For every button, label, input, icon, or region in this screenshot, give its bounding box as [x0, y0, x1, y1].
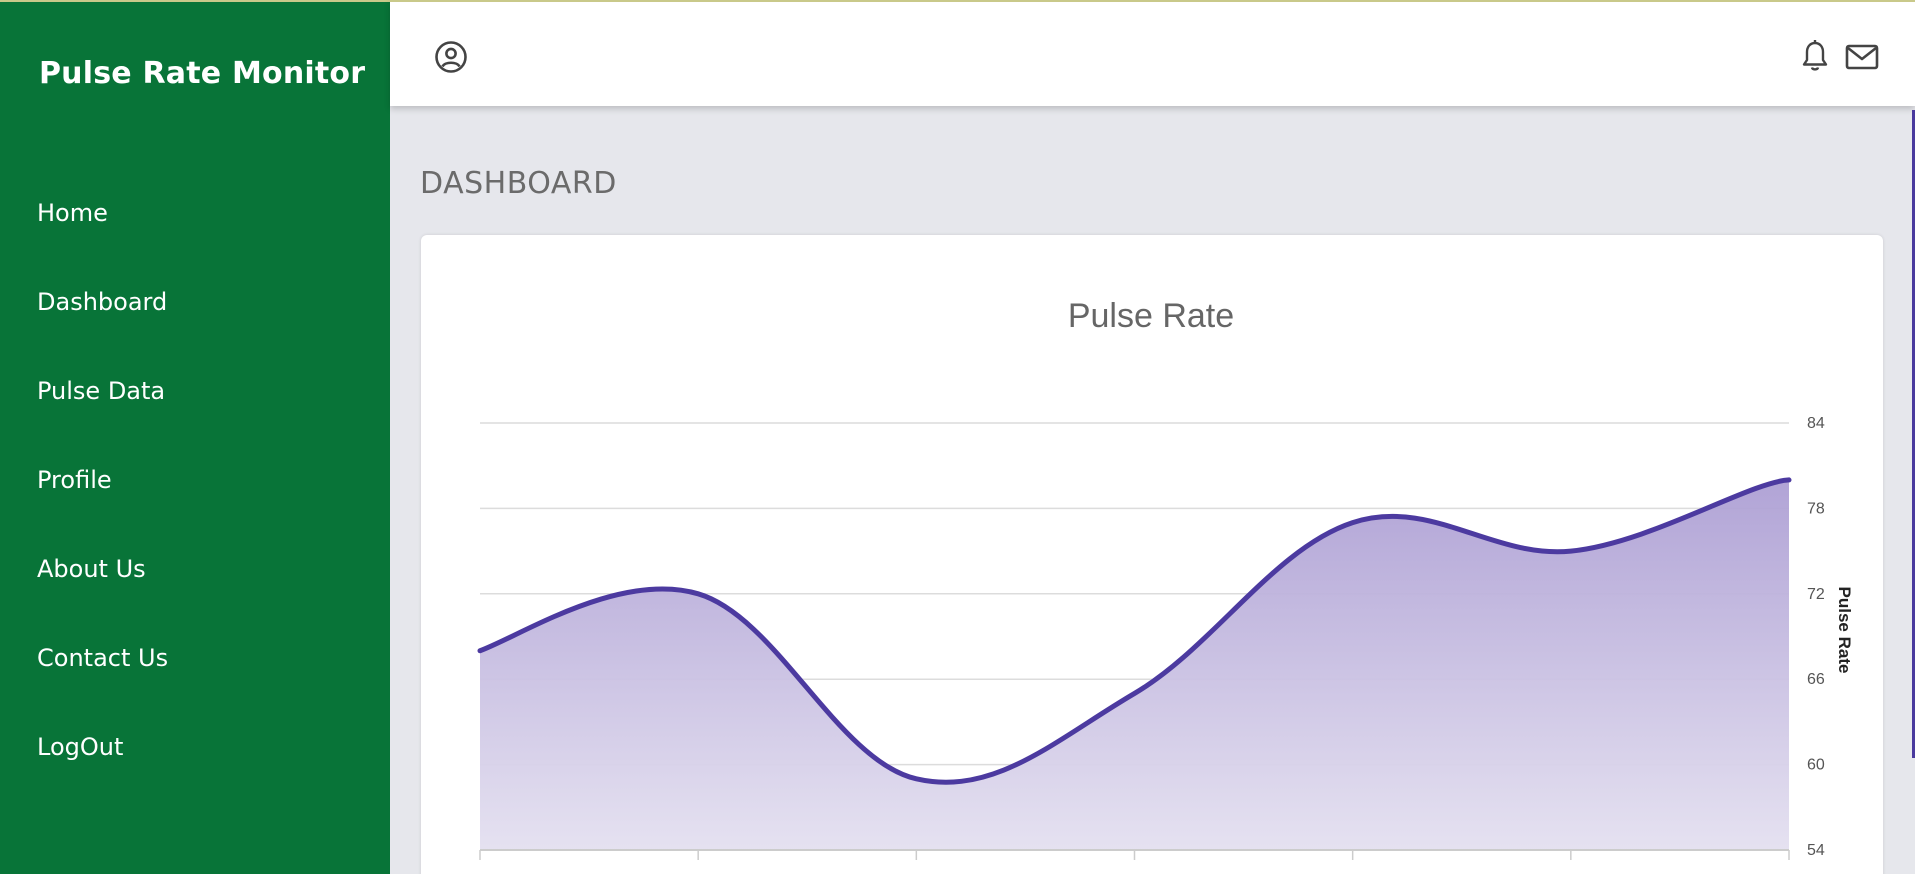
sidebar-item-contact-us[interactable]: Contact Us [37, 637, 168, 726]
sidebar: Pulse Rate Monitor Home Dashboard Pulse … [0, 0, 390, 874]
series-area [480, 479, 1789, 850]
sidebar-item-dashboard[interactable]: Dashboard [37, 281, 168, 370]
sidebar-item-home[interactable]: Home [37, 192, 168, 281]
chart-card: Pulse Rate 54 60 66 72 78 84 Pulse Rate [421, 235, 1883, 874]
pulse-rate-chart: Pulse Rate 54 60 66 72 78 84 Pulse Rate [477, 297, 1854, 860]
y-tick-label: 72 [1807, 586, 1825, 603]
y-tick-label: 54 [1807, 842, 1825, 859]
sidebar-item-about-us[interactable]: About Us [37, 548, 168, 637]
mail-icon[interactable] [1845, 43, 1879, 71]
chart-title: Pulse Rate [1068, 297, 1234, 335]
sidebar-item-pulse-data[interactable]: Pulse Data [37, 370, 168, 459]
page-title: DASHBOARD [420, 166, 617, 201]
y-axis-label: Pulse Rate [1835, 587, 1854, 674]
top-bar [390, 0, 1915, 106]
y-tick-label: 84 [1807, 415, 1825, 432]
y-tick-label: 78 [1807, 500, 1825, 517]
bell-icon[interactable] [1801, 39, 1829, 73]
sidebar-nav: Home Dashboard Pulse Data Profile About … [37, 192, 168, 815]
y-tick-label: 60 [1807, 757, 1825, 774]
sidebar-item-logout[interactable]: LogOut [37, 726, 168, 815]
sidebar-item-profile[interactable]: Profile [37, 459, 168, 548]
y-tick-label: 66 [1807, 671, 1825, 688]
app-title: Pulse Rate Monitor [39, 56, 366, 91]
user-circle-icon[interactable] [434, 40, 468, 74]
